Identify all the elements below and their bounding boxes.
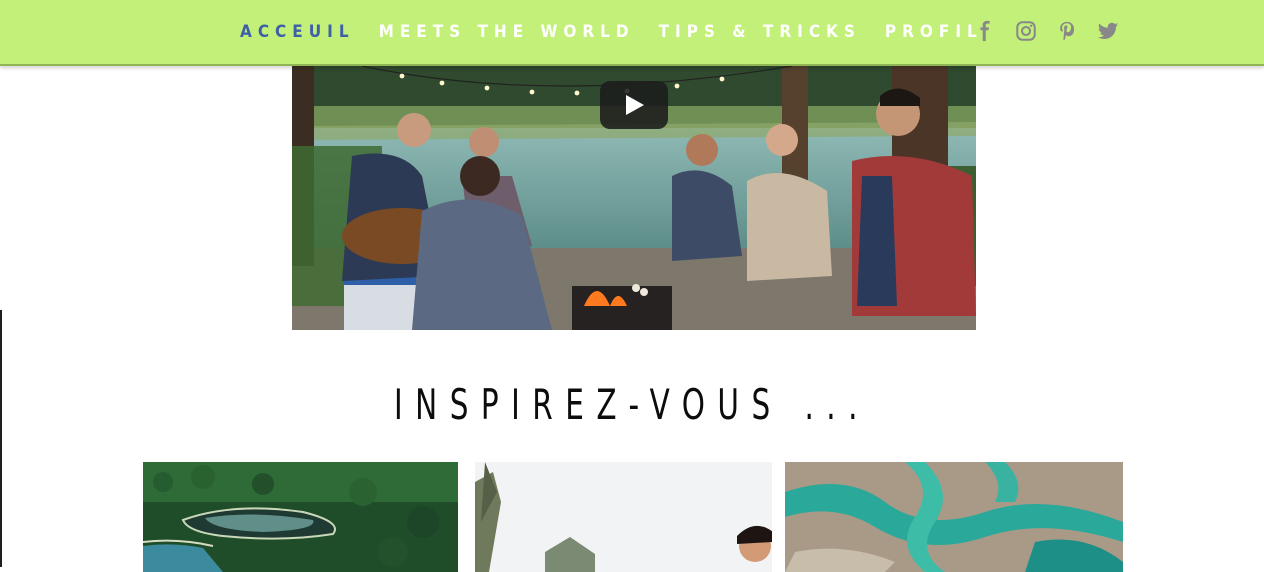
main-nav: ACCEUIL MEETS THE WORLD TIPS & TRICKS PR… bbox=[240, 0, 1007, 64]
nav-item-profil[interactable]: PROFIL bbox=[885, 22, 983, 42]
facebook-icon[interactable] bbox=[974, 20, 996, 42]
page-edge bbox=[0, 310, 2, 567]
gallery-card-forest-lake[interactable] bbox=[143, 462, 458, 572]
social-links bbox=[974, 20, 1119, 42]
nav-item-meets-the-world[interactable]: MEETS THE WORLD bbox=[379, 22, 635, 42]
twitter-icon[interactable] bbox=[1097, 20, 1119, 42]
section-heading: INSPIREZ-VOUS ... bbox=[394, 380, 870, 429]
site-header: ACCEUIL MEETS THE WORLD TIPS & TRICKS PR… bbox=[0, 0, 1264, 66]
instagram-icon[interactable] bbox=[1015, 20, 1037, 42]
nav-item-tips-tricks[interactable]: TIPS & TRICKS bbox=[659, 22, 861, 42]
nav-item-accueil[interactable]: ACCEUIL bbox=[240, 22, 355, 42]
pinterest-icon[interactable] bbox=[1056, 20, 1078, 42]
gallery-card-aerial-river[interactable] bbox=[785, 462, 1123, 572]
aerial-river-photo bbox=[785, 462, 1123, 572]
campfire-video[interactable] bbox=[292, 66, 976, 330]
play-icon bbox=[626, 95, 644, 115]
play-button[interactable] bbox=[600, 81, 668, 129]
smiling-woman-photo bbox=[475, 462, 772, 572]
forest-lake-photo bbox=[143, 462, 458, 572]
gallery-card-smiling-woman[interactable] bbox=[475, 462, 772, 572]
